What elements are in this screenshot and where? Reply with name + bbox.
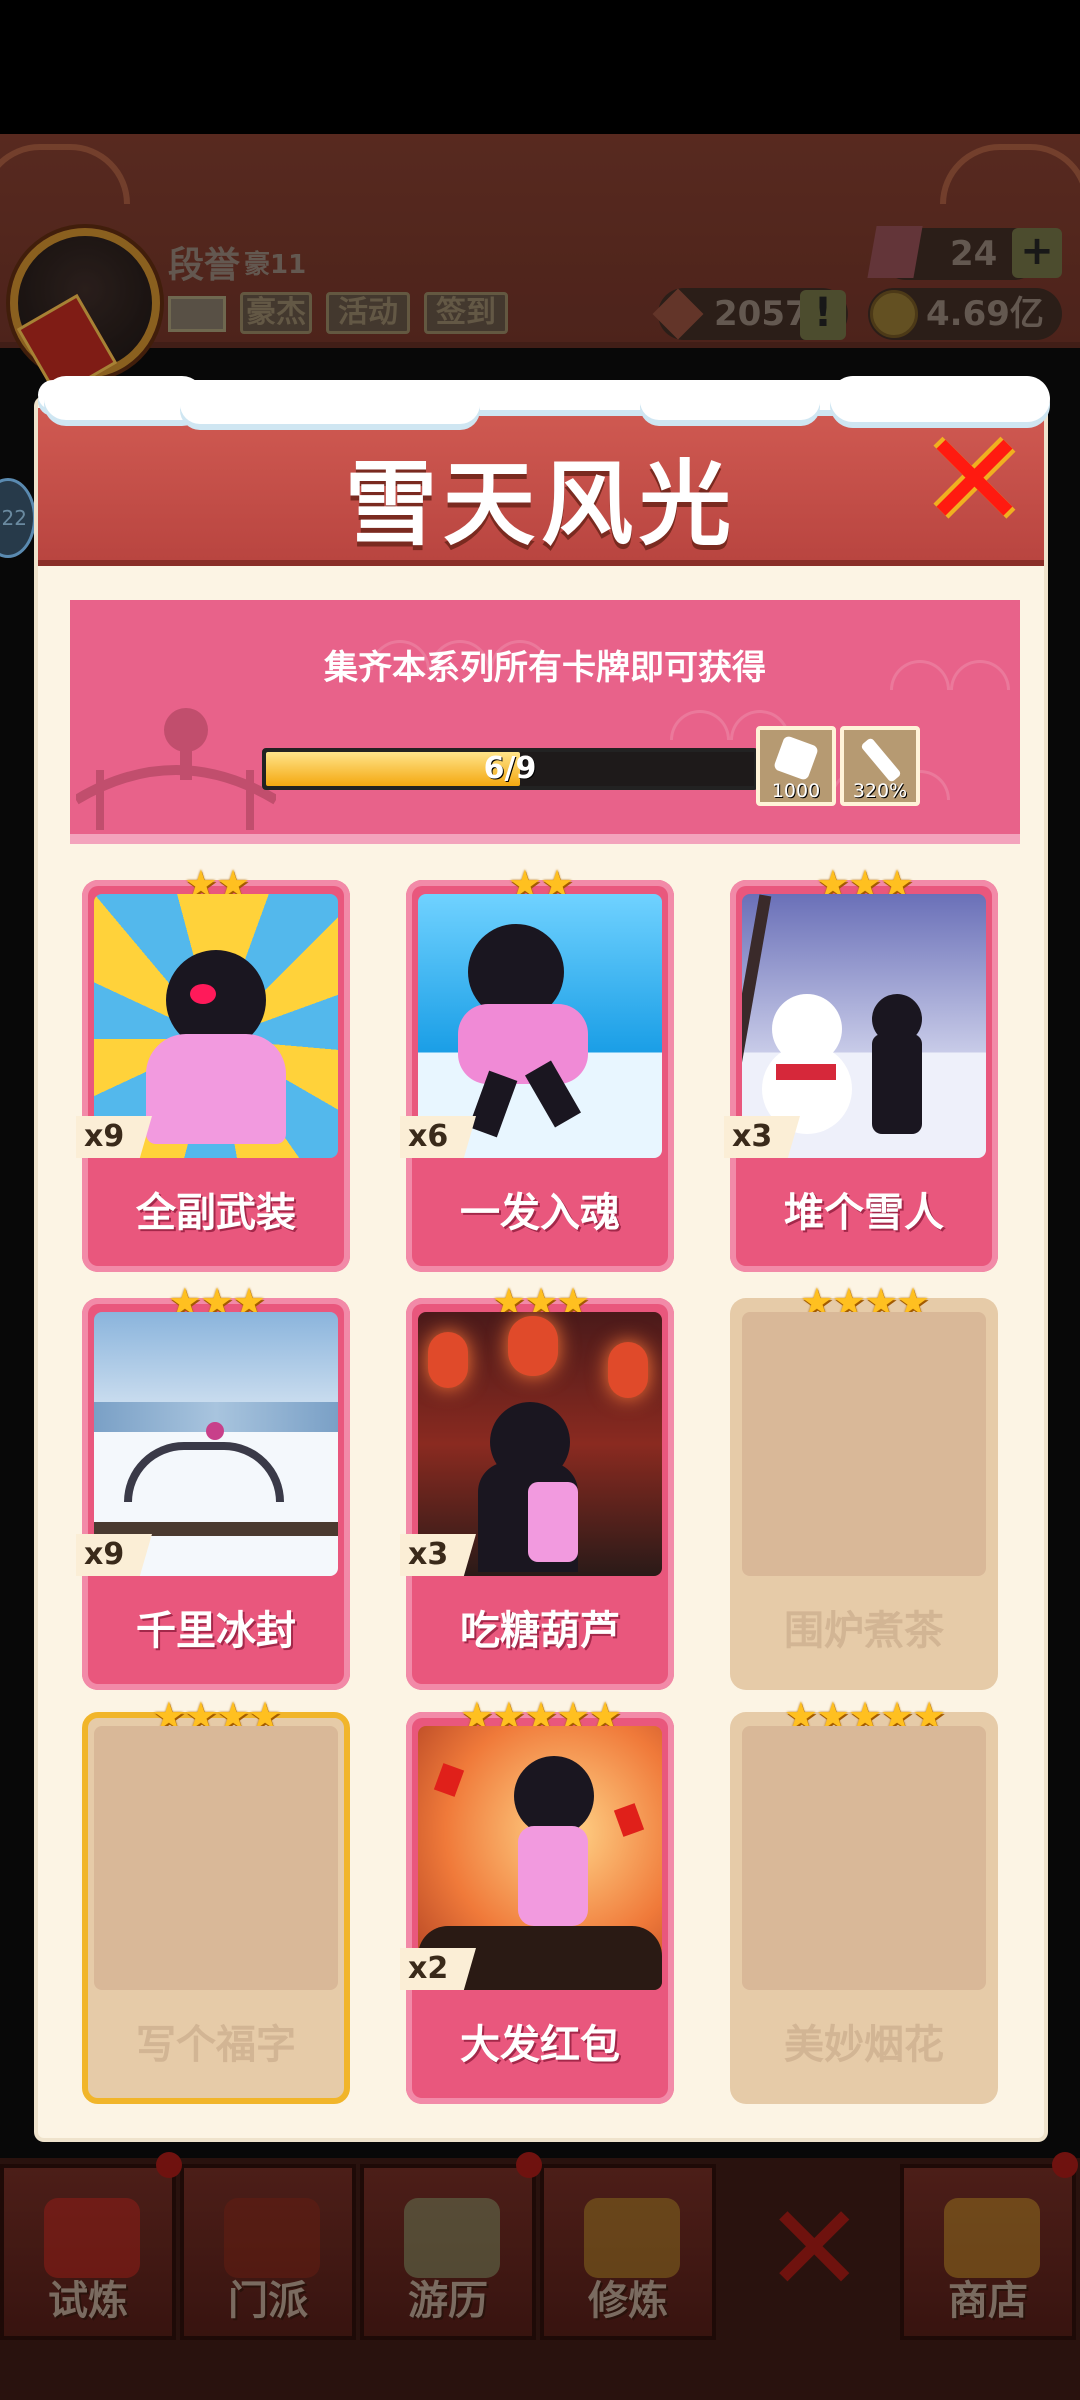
card-art-locked	[742, 1312, 986, 1576]
card-name: 一发入魂	[460, 1190, 620, 1236]
bridge-icon	[76, 708, 276, 830]
dice-icon	[772, 734, 820, 782]
card-8[interactable]: ★★★★★ x2 大发红包	[400, 1696, 674, 2104]
card-name: 写个福字	[136, 2022, 296, 2068]
reward-sword[interactable]: 320%	[840, 726, 920, 806]
card-count: x3	[400, 1534, 476, 1576]
reward-value: 1000	[771, 780, 821, 802]
card-9[interactable]: ★★★★★ 美妙烟花	[730, 1696, 998, 2104]
card-art-locked	[742, 1726, 986, 1990]
progress-label: 6/9	[483, 751, 537, 786]
card-count: x2	[400, 1948, 476, 1990]
sword-icon	[860, 737, 902, 783]
card-name: 千里冰封	[136, 1608, 296, 1654]
card-2[interactable]: ★★ x6 一发入魂	[400, 864, 674, 1272]
card-name: 全副武装	[136, 1190, 296, 1236]
reward-dice[interactable]: 1000	[756, 726, 836, 806]
status-bar	[0, 0, 1080, 134]
card-5[interactable]: ★★★ x3 吃糖葫芦	[400, 1282, 674, 1690]
close-button[interactable]: ✕	[920, 415, 1029, 545]
card-name: 大发红包	[460, 2022, 620, 2068]
card-name: 围炉煮茶	[784, 1608, 944, 1654]
panel-title: 雪天风光	[344, 451, 737, 558]
card-name: 吃糖葫芦	[460, 1608, 620, 1654]
banner-text: 集齐本系列所有卡牌即可获得	[324, 648, 766, 688]
card-1[interactable]: ★★ x9 全副武装	[76, 864, 350, 1272]
card-count: x3	[724, 1116, 800, 1158]
snow-decoration	[640, 382, 820, 420]
card-count: x9	[76, 1534, 152, 1576]
card-4[interactable]: ★★★ x9 千里冰封	[76, 1282, 350, 1690]
card-count: x9	[76, 1116, 152, 1158]
card-art-locked	[94, 1726, 338, 1990]
card-6[interactable]: ★★★★ 围炉煮茶	[730, 1282, 998, 1690]
card-7[interactable]: ★★★★ 写个福字	[82, 1696, 350, 2104]
snow-decoration	[180, 384, 480, 424]
reward-value: 320%	[852, 780, 908, 802]
card-name: 堆个雪人	[784, 1190, 944, 1236]
card-name: 美妙烟花	[784, 2022, 944, 2068]
card-count: x6	[400, 1116, 476, 1158]
card-3[interactable]: ★★★ x3 堆个雪人	[724, 864, 998, 1272]
